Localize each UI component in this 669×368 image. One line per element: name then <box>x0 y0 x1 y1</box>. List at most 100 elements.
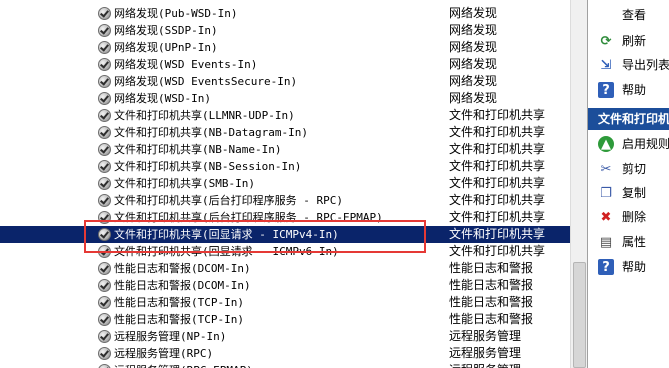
rule-row[interactable]: 网络发现(Pub-WSD-In) 网络发现 <box>0 5 570 22</box>
rule-row[interactable]: 网络发现(SSDP-In) 网络发现 <box>0 22 570 39</box>
rules-list: 网络发现(Pub-WSD-In) 网络发现 网络发现(SSDP-In) 网络发现 网络发… <box>0 0 570 368</box>
rule-row[interactable]: 文件和打印机共享(NB-Datagram-In) 文件和打印机共享 <box>0 124 570 141</box>
rule-name: 远程服务管理(RPC-EPMAP) <box>114 363 253 368</box>
rule-group: 文件和打印机共享 <box>449 210 546 224</box>
actions-pane: 查看 ⟳ 刷新 ⇲ 导出列表 ? 帮助 文件和打印机共享 ▲ 启用规则 ✂ 剪切… <box>587 0 669 368</box>
check-circle-icon <box>98 330 111 343</box>
rule-group: 远程服务管理 <box>449 346 522 360</box>
check-circle-icon <box>98 7 111 20</box>
delete-x-icon: ✖ <box>600 209 612 225</box>
action-enable-rule-label: 启用规则 <box>622 137 669 151</box>
enable-arrow-icon: ▲ <box>598 136 614 152</box>
rule-row[interactable]: 文件和打印机共享(NB-Name-In) 文件和打印机共享 <box>0 141 570 158</box>
rule-row[interactable]: 网络发现(WSD-In) 网络发现 <box>0 90 570 107</box>
rule-name: 网络发现(WSD-In) <box>114 92 211 105</box>
check-circle-icon <box>98 109 111 122</box>
rule-row[interactable]: 性能日志和警报(TCP-In) 性能日志和警报 <box>0 311 570 328</box>
action-copy-label: 复制 <box>622 186 647 200</box>
rule-row[interactable]: 文件和打印机共享(后台打印程序服务 - RPC) 文件和打印机共享 <box>0 192 570 209</box>
properties-icon: ▤ <box>599 234 613 250</box>
check-circle-icon <box>98 194 111 207</box>
action-export-list[interactable]: ⇲ 导出列表 <box>588 54 669 76</box>
rule-row[interactable]: 网络发现(WSD EventsSecure-In) 网络发现 <box>0 73 570 90</box>
action-help-2[interactable]: ? 帮助 <box>588 256 669 278</box>
rule-group: 性能日志和警报 <box>449 295 534 309</box>
rule-row[interactable]: 文件和打印机共享(LLMNR-UDP-In) 文件和打印机共享 <box>0 107 570 124</box>
action-cut[interactable]: ✂ 剪切 <box>588 158 669 180</box>
check-circle-icon <box>98 347 111 360</box>
rule-group: 文件和打印机共享 <box>449 108 546 122</box>
rule-group: 文件和打印机共享 <box>449 176 546 190</box>
action-help-1-label: 帮助 <box>622 83 647 97</box>
rule-group: 网络发现 <box>449 40 498 54</box>
check-circle-icon <box>98 177 111 190</box>
rule-group: 文件和打印机共享 <box>449 142 546 156</box>
rule-group: 文件和打印机共享 <box>449 227 546 241</box>
check-circle-icon <box>98 296 111 309</box>
action-refresh[interactable]: ⟳ 刷新 <box>588 30 669 52</box>
action-export-list-label: 导出列表 <box>622 58 669 72</box>
action-properties-label: 属性 <box>622 235 647 249</box>
rule-row[interactable]: 网络发现(UPnP-In) 网络发现 <box>0 39 570 56</box>
check-circle-icon <box>98 24 111 37</box>
copy-icon: ❐ <box>600 185 612 201</box>
rule-group: 网络发现 <box>449 6 498 20</box>
rule-name: 远程服务管理(RPC) <box>114 347 214 360</box>
action-view[interactable]: 查看 <box>588 4 669 26</box>
check-circle-icon <box>98 92 111 105</box>
rule-name: 性能日志和警报(TCP-In) <box>114 313 244 326</box>
scissors-icon: ✂ <box>600 161 612 177</box>
rule-row[interactable]: 远程服务管理(NP-In) 远程服务管理 <box>0 328 570 345</box>
rule-name: 文件和打印机共享(NB-Datagram-In) <box>114 126 308 139</box>
rule-group: 网络发现 <box>449 91 498 105</box>
rule-name: 网络发现(UPnP-In) <box>114 41 218 54</box>
actions-section-header[interactable]: 文件和打印机共享 <box>588 108 669 130</box>
rule-row[interactable]: 网络发现(WSD Events-In) 网络发现 <box>0 56 570 73</box>
rule-row[interactable]: 远程服务管理(RPC-EPMAP) 远程服务管理 <box>0 362 570 368</box>
rule-group: 网络发现 <box>449 23 498 37</box>
check-circle-icon <box>98 313 111 326</box>
rule-group: 性能日志和警报 <box>449 261 534 275</box>
rule-name: 文件和打印机共享(NB-Name-In) <box>114 143 282 156</box>
rules-list-scrollbar[interactable] <box>570 0 587 368</box>
rule-row[interactable]: 性能日志和警报(TCP-In) 性能日志和警报 <box>0 294 570 311</box>
rule-name: 文件和打印机共享(后台打印程序服务 - RPC) <box>114 194 343 207</box>
action-properties[interactable]: ▤ 属性 <box>588 231 669 253</box>
rule-group: 文件和打印机共享 <box>449 244 546 258</box>
check-circle-icon <box>98 364 111 368</box>
check-circle-icon <box>98 58 111 71</box>
rule-name: 网络发现(SSDP-In) <box>114 24 218 37</box>
rule-row[interactable]: 文件和打印机共享(NB-Session-In) 文件和打印机共享 <box>0 158 570 175</box>
action-cut-label: 剪切 <box>622 162 647 176</box>
annotation-highlight-box <box>84 220 426 253</box>
action-view-label: 查看 <box>622 8 647 22</box>
action-delete-label: 删除 <box>622 210 647 224</box>
check-circle-icon <box>98 262 111 275</box>
action-help-1[interactable]: ? 帮助 <box>588 79 669 101</box>
rule-row[interactable]: 性能日志和警报(DCOM-In) 性能日志和警报 <box>0 277 570 294</box>
rule-name: 文件和打印机共享(SMB-In) <box>114 177 255 190</box>
help-icon: ? <box>598 259 614 275</box>
rule-group: 远程服务管理 <box>449 363 521 368</box>
rule-group: 远程服务管理 <box>449 329 522 343</box>
action-copy[interactable]: ❐ 复制 <box>588 182 669 204</box>
rule-group: 文件和打印机共享 <box>449 193 546 207</box>
rule-name: 网络发现(Pub-WSD-In) <box>114 7 238 20</box>
check-circle-icon <box>98 126 111 139</box>
rule-row[interactable]: 性能日志和警报(DCOM-In) 性能日志和警报 <box>0 260 570 277</box>
check-circle-icon <box>98 279 111 292</box>
actions-section-title: 文件和打印机共享 <box>598 112 669 126</box>
rule-name: 性能日志和警报(DCOM-In) <box>114 262 251 275</box>
scrollbar-thumb[interactable] <box>573 262 586 368</box>
rule-name: 文件和打印机共享(NB-Session-In) <box>114 160 302 173</box>
action-help-2-label: 帮助 <box>622 260 647 274</box>
rule-group: 性能日志和警报 <box>449 312 534 326</box>
rule-name: 网络发现(WSD Events-In) <box>114 58 258 71</box>
rule-row[interactable]: 文件和打印机共享(SMB-In) 文件和打印机共享 <box>0 175 570 192</box>
rule-group: 性能日志和警报 <box>449 278 534 292</box>
check-circle-icon <box>98 41 111 54</box>
rule-row[interactable]: 远程服务管理(RPC) 远程服务管理 <box>0 345 570 362</box>
action-enable-rule[interactable]: ▲ 启用规则 <box>588 133 669 155</box>
action-delete[interactable]: ✖ 删除 <box>588 206 669 228</box>
rule-group: 网络发现 <box>449 74 498 88</box>
